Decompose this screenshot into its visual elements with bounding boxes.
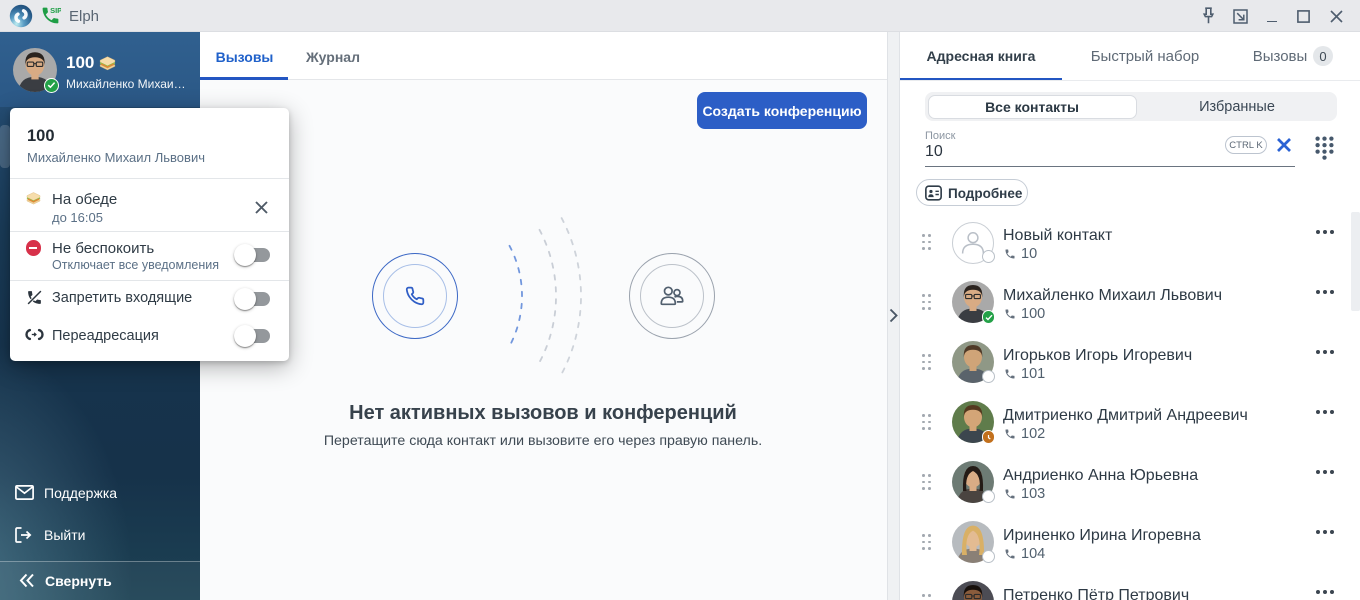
svg-text:SIP: SIP	[50, 6, 61, 15]
